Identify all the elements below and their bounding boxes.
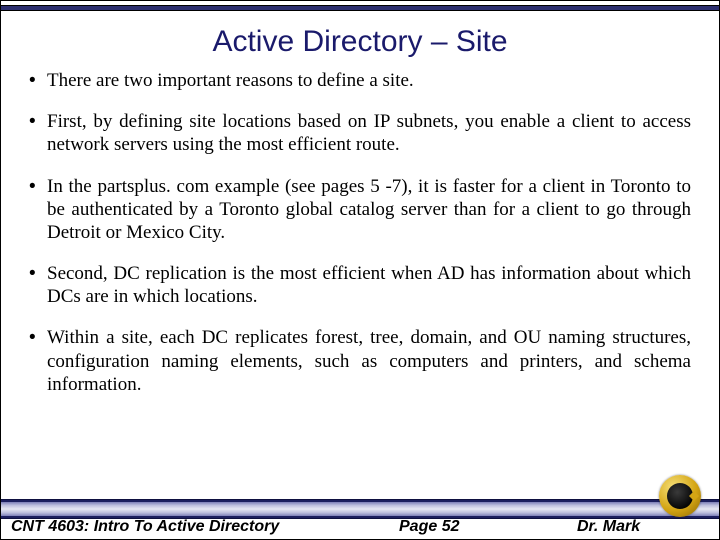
bullet-dot: • (29, 326, 47, 396)
bullet-text: There are two important reasons to defin… (47, 69, 691, 92)
ucf-logo (659, 475, 701, 517)
footer-course: CNT 4603: Intro To Active Directory (11, 518, 279, 536)
bullet-item: • In the partsplus. com example (see pag… (29, 175, 691, 245)
footer-page: Page 52 (399, 518, 459, 536)
bullet-text: First, by defining site locations based … (47, 110, 691, 156)
slide-body: • There are two important reasons to def… (1, 69, 719, 396)
footer-text: CNT 4603: Intro To Active Directory Page… (1, 515, 719, 539)
slide: Active Directory – Site • There are two … (0, 0, 720, 540)
pegasus-icon (667, 483, 693, 509)
bullet-dot: • (29, 262, 47, 308)
footer-author: Dr. Mark (577, 518, 640, 536)
bullet-dot: • (29, 110, 47, 156)
bullet-dot: • (29, 69, 47, 92)
bullet-item: • First, by defining site locations base… (29, 110, 691, 156)
slide-title: Active Directory – Site (1, 11, 719, 69)
bullet-text: Second, DC replication is the most effic… (47, 262, 691, 308)
footer: CNT 4603: Intro To Active Directory Page… (1, 484, 719, 539)
bullet-dot: • (29, 175, 47, 245)
bullet-text: Within a site, each DC replicates forest… (47, 326, 691, 396)
bullet-item: • There are two important reasons to def… (29, 69, 691, 92)
bullet-text: In the partsplus. com example (see pages… (47, 175, 691, 245)
bullet-item: • Second, DC replication is the most eff… (29, 262, 691, 308)
bullet-item: • Within a site, each DC replicates fore… (29, 326, 691, 396)
